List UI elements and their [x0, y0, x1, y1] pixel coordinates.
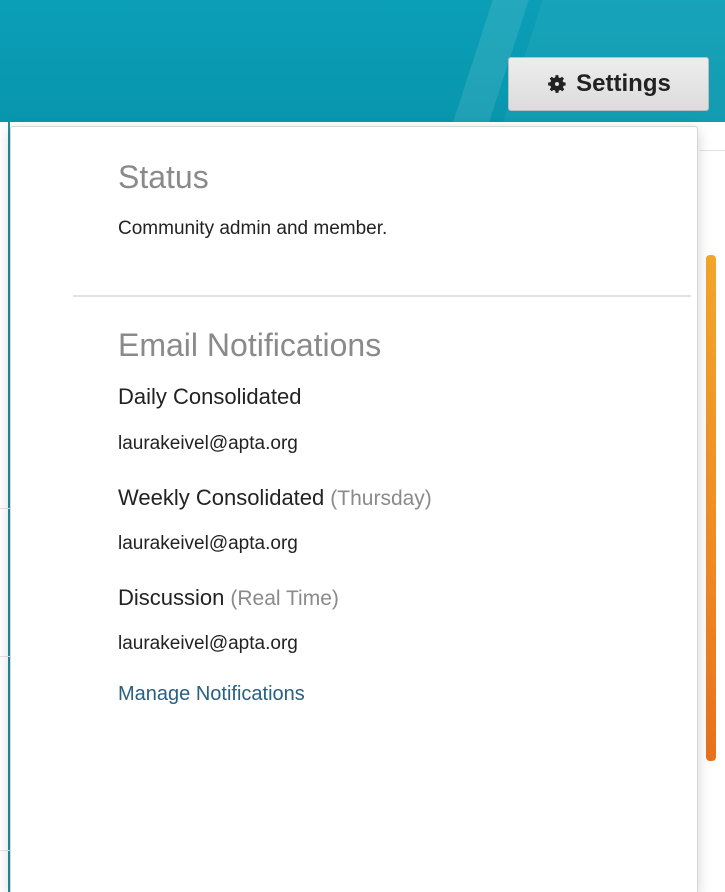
notification-type-weekly: Weekly Consolidated (Thursday) — [118, 485, 432, 511]
notification-frequency: (Thursday) — [330, 487, 432, 510]
notification-email: laurakeivel@apta.org — [118, 433, 298, 454]
notification-type-label: Discussion — [118, 585, 225, 610]
settings-button-label: Settings — [576, 70, 671, 97]
notification-email: laurakeivel@apta.org — [118, 533, 298, 554]
notification-type-daily: Daily Consolidated — [118, 384, 301, 410]
notification-frequency: (Real Time) — [230, 587, 339, 610]
manage-notifications-link[interactable]: Manage Notifications — [118, 683, 305, 706]
background-card-accent — [706, 255, 716, 761]
background-divider — [700, 150, 725, 151]
email-notifications-heading: Email Notifications — [118, 327, 382, 363]
notification-email: laurakeivel@apta.org — [118, 633, 298, 654]
notification-type-discussion: Discussion (Real Time) — [118, 585, 339, 611]
status-text: Community admin and member. — [118, 218, 388, 239]
settings-dropdown-panel: Status Community admin and member. Email… — [10, 126, 698, 892]
notification-type-label: Daily Consolidated — [118, 384, 302, 409]
gear-icon — [546, 73, 568, 95]
section-divider — [73, 295, 691, 297]
notification-type-label: Weekly Consolidated — [118, 485, 325, 510]
status-heading: Status — [118, 159, 209, 195]
settings-button[interactable]: Settings — [508, 57, 709, 111]
